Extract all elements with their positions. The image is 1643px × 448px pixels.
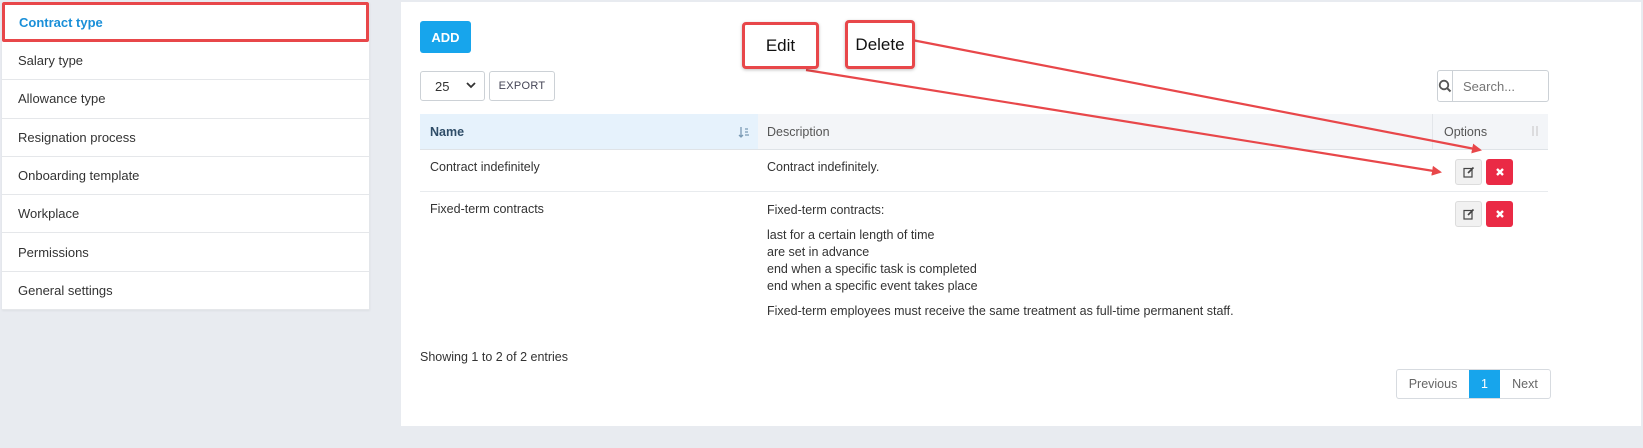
- column-header-options: Options: [1432, 114, 1548, 149]
- table-header: Name Description Options: [420, 114, 1548, 150]
- column-header-name-label: Name: [430, 124, 465, 139]
- pagination-previous[interactable]: Previous: [1397, 370, 1469, 398]
- delete-callout: Delete: [845, 20, 915, 69]
- search-icon[interactable]: [1438, 71, 1453, 101]
- table-row: Fixed-term contracts Fixed-term contract…: [420, 192, 1548, 338]
- edit-icon: [1462, 166, 1474, 178]
- sidebar-item-workplace[interactable]: Workplace: [2, 195, 369, 234]
- sidebar-item-salary-type[interactable]: Salary type: [2, 42, 369, 81]
- list-item: are set in advance: [767, 245, 870, 259]
- content-panel: ADD 25 EXPORT Name Description Options: [401, 2, 1641, 426]
- delete-button[interactable]: [1486, 159, 1513, 185]
- edit-callout: Edit: [742, 22, 819, 69]
- list-item: end when a specific task is completed: [767, 262, 977, 276]
- row-description-list: last for a certain length of time are se…: [767, 227, 1423, 295]
- pagination-page-1[interactable]: 1: [1469, 370, 1500, 398]
- row-name: Fixed-term contracts: [430, 202, 544, 216]
- pagination: Previous 1 Next: [1396, 369, 1551, 399]
- export-button[interactable]: EXPORT: [489, 71, 555, 101]
- row-options: [1432, 150, 1548, 191]
- contract-types-table: Name Description Options Contract indefi…: [420, 114, 1548, 338]
- row-options: [1432, 192, 1548, 338]
- row-description-intro: Fixed-term contracts:: [767, 203, 885, 217]
- column-header-name[interactable]: Name: [420, 114, 758, 149]
- edit-button[interactable]: [1455, 159, 1482, 185]
- delete-button[interactable]: [1486, 201, 1513, 227]
- table-row: Contract indefinitely Contract indefinit…: [420, 150, 1548, 192]
- close-icon: [1495, 168, 1504, 176]
- pagination-next[interactable]: Next: [1500, 370, 1550, 398]
- column-header-description[interactable]: Description: [758, 114, 1432, 149]
- settings-sidebar: Contract type Salary type Allowance type…: [2, 2, 370, 311]
- row-description-text: Contract indefinitely.: [767, 160, 880, 174]
- chevron-down-icon: [466, 80, 476, 93]
- table-info: Showing 1 to 2 of 2 entries: [420, 350, 569, 364]
- list-item: last for a certain length of time: [767, 228, 935, 242]
- sort-icon: [1530, 125, 1540, 140]
- sidebar-item-allowance-type[interactable]: Allowance type: [2, 80, 369, 119]
- sidebar-item-resignation-process[interactable]: Resignation process: [2, 119, 369, 157]
- list-item: end when a specific event takes place: [767, 279, 978, 293]
- sidebar-item-general-settings[interactable]: General settings: [2, 272, 369, 311]
- sidebar-item-contract-type[interactable]: Contract type: [2, 2, 369, 42]
- search-input[interactable]: [1453, 71, 1639, 101]
- search-box: [1437, 70, 1639, 102]
- sidebar-item-onboarding-template[interactable]: Onboarding template: [2, 157, 369, 196]
- close-icon: [1495, 210, 1504, 218]
- row-description: Contract indefinitely.: [758, 150, 1432, 191]
- add-button[interactable]: ADD: [420, 21, 471, 53]
- row-description-outro: Fixed-term employees must receive the sa…: [767, 304, 1234, 318]
- page-length-select[interactable]: 25: [420, 71, 485, 101]
- row-name: Contract indefinitely: [430, 160, 540, 174]
- sidebar-item-permissions[interactable]: Permissions: [2, 233, 369, 272]
- sort-asc-icon: [738, 126, 750, 141]
- row-description: Fixed-term contracts: last for a certain…: [758, 192, 1432, 338]
- page-length-value: 25: [435, 78, 450, 94]
- edit-button[interactable]: [1455, 201, 1482, 227]
- edit-icon: [1462, 208, 1474, 220]
- column-header-options-label: Options: [1444, 124, 1488, 139]
